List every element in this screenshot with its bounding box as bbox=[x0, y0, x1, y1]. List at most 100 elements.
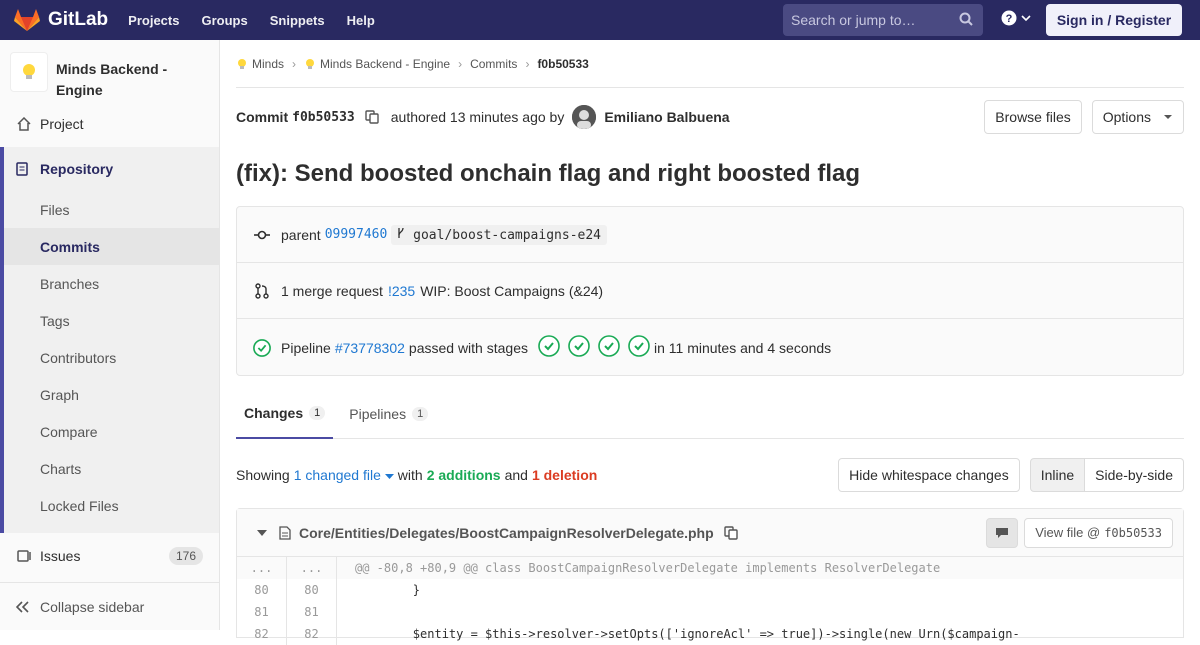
commit-tabs: Changes 1 Pipelines 1 bbox=[236, 388, 1184, 439]
sidebar-item-issues[interactable]: Issues 176 bbox=[0, 537, 219, 574]
breadcrumb-current[interactable]: f0b50533 bbox=[537, 57, 588, 71]
svg-text:?: ? bbox=[1006, 13, 1013, 25]
comment-toggle-button[interactable] bbox=[986, 517, 1019, 548]
options-dropdown[interactable]: Options bbox=[1091, 100, 1184, 134]
pipeline-status-text: passed with stages bbox=[408, 339, 528, 356]
side-by-side-button[interactable]: Side-by-side bbox=[1085, 458, 1184, 492]
sign-in-button[interactable]: Sign in / Register bbox=[1046, 4, 1182, 36]
sidebar-repository-section: Repository Files Commits Branches Tags C… bbox=[0, 147, 219, 533]
tab-label: Changes bbox=[244, 404, 304, 421]
sidebar-item-project[interactable]: Project bbox=[0, 105, 219, 142]
issues-icon bbox=[16, 548, 32, 564]
diff-line: 80 80 } bbox=[237, 579, 1183, 601]
showing-text: Showing bbox=[236, 467, 290, 483]
diff-file-path[interactable]: Core/Entities/Delegates/BoostCampaignRes… bbox=[299, 525, 714, 541]
code-text: $entity = $this->resolver->setOpts(['ign… bbox=[355, 627, 1020, 641]
collapse-sidebar-button[interactable]: Collapse sidebar bbox=[0, 582, 219, 630]
browse-files-button[interactable]: Browse files bbox=[984, 100, 1082, 134]
nav-groups[interactable]: Groups bbox=[201, 13, 247, 28]
project-avatar bbox=[10, 52, 48, 92]
commit-sha: f0b50533 bbox=[292, 109, 355, 125]
caret-down-icon bbox=[1164, 115, 1172, 119]
tab-pipelines[interactable]: Pipelines 1 bbox=[341, 388, 436, 439]
sidebar-item-tags[interactable]: Tags bbox=[4, 302, 219, 339]
hunk-text: @@ -80,8 +80,9 @@ class BoostCampaignRes… bbox=[355, 561, 941, 575]
line-number-new[interactable]: 80 bbox=[287, 579, 337, 601]
tab-changes[interactable]: Changes 1 bbox=[236, 388, 334, 439]
sidebar-item-label: Project bbox=[40, 115, 84, 132]
breadcrumb-separator: › bbox=[292, 56, 297, 71]
merge-request-row: 1 merge request !235 WIP: Boost Campaign… bbox=[237, 263, 1183, 319]
lightbulb-icon bbox=[238, 58, 246, 69]
merge-request-title: WIP: Boost Campaigns (&24) bbox=[420, 282, 604, 299]
pipeline-link[interactable]: #73778302 bbox=[335, 340, 405, 356]
nav-help[interactable]: Help bbox=[347, 13, 375, 28]
line-number-new[interactable]: 82 bbox=[287, 623, 337, 645]
sidebar-item-commits[interactable]: Commits bbox=[4, 228, 219, 265]
branch-tag[interactable]: goal/boost-campaigns-e24 bbox=[391, 224, 607, 245]
search-input[interactable]: Search or jump to… bbox=[783, 4, 983, 36]
file-icon bbox=[279, 525, 291, 540]
comment-icon bbox=[996, 527, 1009, 538]
main-content: Minds › Minds Backend - Engine › Commits… bbox=[236, 40, 1184, 645]
line-number-new[interactable]: 81 bbox=[287, 601, 337, 623]
with-text: with bbox=[397, 467, 423, 483]
stage-passed-icon[interactable] bbox=[598, 335, 620, 360]
brand-name: GitLab bbox=[48, 9, 109, 30]
merge-request-link[interactable]: !235 bbox=[388, 283, 415, 299]
changed-files-dropdown[interactable]: 1 changed file bbox=[294, 467, 394, 483]
parent-label: parent bbox=[281, 226, 321, 243]
sidebar-item-contributors[interactable]: Contributors bbox=[4, 339, 219, 376]
parent-sha-link[interactable]: 09997460 bbox=[325, 227, 388, 242]
author-name[interactable]: Emiliano Balbuena bbox=[604, 109, 729, 125]
line-number-old[interactable]: 82 bbox=[237, 623, 287, 645]
view-file-button[interactable]: View file @ f0b50533 bbox=[1024, 517, 1173, 548]
diff-file: Core/Entities/Delegates/BoostCampaignRes… bbox=[236, 508, 1184, 645]
help-dropdown[interactable]: ? bbox=[1001, 10, 1031, 26]
breadcrumb-commits[interactable]: Commits bbox=[470, 57, 517, 71]
stage-passed-icon[interactable] bbox=[628, 335, 650, 360]
home-icon bbox=[16, 116, 32, 132]
sidebar-item-files[interactable]: Files bbox=[4, 191, 219, 228]
view-file-sha: f0b50533 bbox=[1104, 525, 1162, 540]
author-avatar[interactable] bbox=[572, 105, 597, 129]
stage-passed-icon[interactable] bbox=[538, 335, 560, 360]
breadcrumb-minds[interactable]: Minds bbox=[252, 57, 284, 71]
hide-whitespace-button[interactable]: Hide whitespace changes bbox=[838, 458, 1020, 492]
caret-down-icon bbox=[384, 474, 394, 479]
breadcrumb-separator: › bbox=[458, 56, 463, 71]
sidebar-item-branches[interactable]: Branches bbox=[4, 265, 219, 302]
sidebar-item-graph[interactable]: Graph bbox=[4, 376, 219, 413]
nav-snippets[interactable]: Snippets bbox=[270, 13, 325, 28]
breadcrumb-separator: › bbox=[525, 56, 530, 71]
inline-view-button[interactable]: Inline bbox=[1029, 458, 1086, 492]
sidebar-item-repository[interactable]: Repository bbox=[4, 147, 219, 191]
deletions-count: 1 deletion bbox=[531, 467, 598, 483]
commit-node-icon bbox=[253, 230, 271, 240]
line-number-old: ... bbox=[237, 557, 287, 579]
nav-projects[interactable]: Projects bbox=[128, 13, 179, 28]
double-chevron-left-icon bbox=[16, 600, 30, 613]
collapse-caret-icon[interactable] bbox=[257, 529, 267, 536]
collapse-label: Collapse sidebar bbox=[40, 598, 145, 615]
diff-line: 81 81 bbox=[237, 601, 1183, 623]
copy-icon[interactable] bbox=[365, 110, 379, 124]
stage-passed-icon[interactable] bbox=[568, 335, 590, 360]
diff-view-controls: Hide whitespace changes Inline Side-by-s… bbox=[838, 458, 1184, 492]
additions-count: 2 additions bbox=[426, 467, 501, 483]
gitlab-logo[interactable]: GitLab bbox=[14, 8, 108, 32]
authored-text: authored 13 minutes ago by bbox=[390, 109, 565, 125]
pipeline-passed-icon[interactable] bbox=[253, 338, 271, 358]
sidebar-item-compare[interactable]: Compare bbox=[4, 413, 219, 450]
copy-icon[interactable] bbox=[723, 525, 738, 540]
changed-files-label: 1 changed file bbox=[293, 467, 381, 483]
sidebar-item-locked-files[interactable]: Locked Files bbox=[4, 487, 219, 524]
breadcrumb-project[interactable]: Minds Backend - Engine bbox=[320, 57, 450, 71]
parent-row: parent 09997460 goal/boost-campaigns-e24 bbox=[237, 207, 1183, 263]
diff-hunk-header: ... ... @@ -80,8 +80,9 @@ class BoostCam… bbox=[237, 557, 1183, 579]
line-number-old[interactable]: 81 bbox=[237, 601, 287, 623]
line-number-old[interactable]: 80 bbox=[237, 579, 287, 601]
sidebar-item-charts[interactable]: Charts bbox=[4, 450, 219, 487]
search-icon bbox=[959, 12, 973, 26]
document-icon bbox=[16, 162, 32, 176]
